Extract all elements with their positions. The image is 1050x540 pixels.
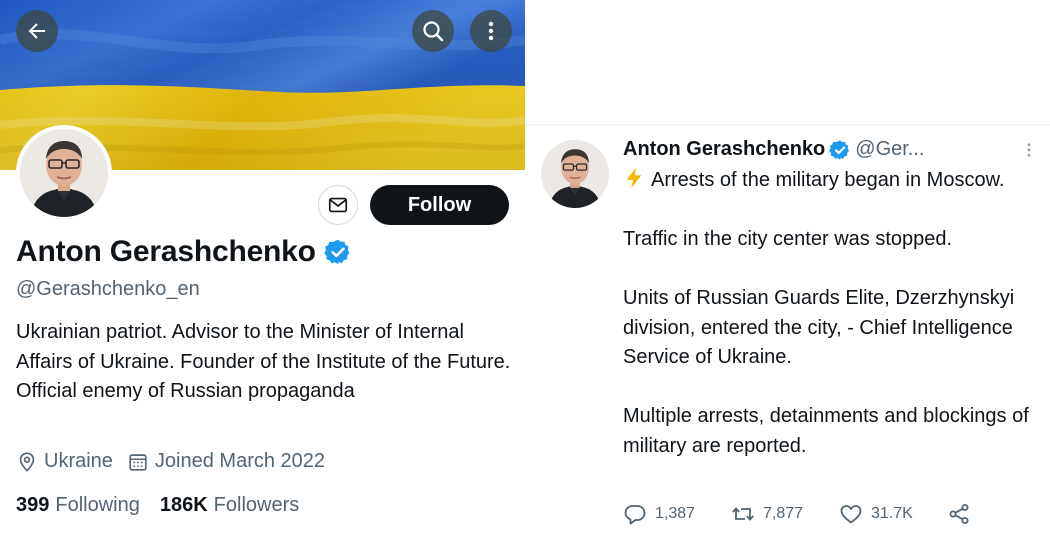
profile-bio: Ukrainian patriot. Advisor to the Minist… xyxy=(16,321,511,402)
profile-location-text: Ukraine xyxy=(44,450,113,472)
heart-icon xyxy=(840,505,862,524)
profile-handle: @Gerashchenko_en xyxy=(16,278,200,300)
followers-link[interactable]: 186K Followers xyxy=(160,494,299,517)
reply-count: 1,387 xyxy=(655,505,696,522)
following-label: Following xyxy=(55,494,140,516)
tweet-author-avatar[interactable] xyxy=(541,140,609,208)
tweet-author-handle: @Ger... xyxy=(855,138,925,160)
lightning-icon xyxy=(626,167,642,189)
divider xyxy=(525,124,1050,125)
calendar-icon xyxy=(129,453,147,471)
retweet-icon xyxy=(732,507,754,521)
profile-counts: 399 Following 186K Followers xyxy=(16,494,319,517)
following-count: 399 xyxy=(16,494,50,516)
share-icon xyxy=(949,504,969,524)
avatar-portrait-image xyxy=(20,129,108,217)
profile-location: Ukraine xyxy=(16,450,113,473)
tweet-body: Arrests of the military began in Moscow.… xyxy=(623,166,1043,461)
like-button[interactable]: 31.7K xyxy=(839,502,947,526)
message-button[interactable] xyxy=(318,185,358,225)
verified-badge-icon[interactable] xyxy=(829,139,851,161)
retweet-count: 7,877 xyxy=(763,505,804,522)
follow-button[interactable]: Follow xyxy=(370,185,509,225)
search-icon xyxy=(423,21,444,42)
reply-icon xyxy=(624,505,646,525)
profile-panel: Follow Anton Gerashchenko @Gerashchenko_… xyxy=(0,0,525,540)
avatar-portrait-image xyxy=(541,140,609,208)
like-count: 31.7K xyxy=(871,505,913,522)
more-vertical-icon xyxy=(488,21,494,41)
followers-label: Followers xyxy=(213,494,300,516)
tweet-panel: Anton Gerashchenko @Ger... Arrests of th… xyxy=(525,0,1050,540)
tweet-text: Arrests of the military began in Moscow.… xyxy=(623,169,1029,457)
tweet-actions: 1,387 7,877 31.7K xyxy=(623,502,971,526)
profile-display-name-row: Anton Gerashchenko xyxy=(16,235,352,269)
following-link[interactable]: 399 Following xyxy=(16,494,140,517)
reply-button[interactable]: 1,387 xyxy=(623,502,731,526)
profile-joined-text: Joined March 2022 xyxy=(154,450,326,472)
verified-badge-icon[interactable] xyxy=(324,238,352,266)
more-options-button[interactable] xyxy=(470,10,512,52)
retweet-button[interactable]: 7,877 xyxy=(731,502,839,526)
followers-count: 186K xyxy=(159,494,208,516)
tweet-author-name[interactable]: Anton Gerashchenko xyxy=(623,138,825,161)
more-vertical-icon xyxy=(1027,143,1031,157)
location-pin-icon xyxy=(19,451,35,472)
tweet-header: Anton Gerashchenko @Ger... xyxy=(623,138,924,161)
envelope-icon xyxy=(328,197,348,213)
profile-meta: Ukraine Joined March 2022 xyxy=(16,450,339,473)
profile-avatar[interactable] xyxy=(16,125,112,221)
share-button[interactable] xyxy=(947,502,971,526)
profile-display-name: Anton Gerashchenko xyxy=(16,235,316,268)
tweet-more-button[interactable] xyxy=(1017,138,1041,162)
arrow-left-icon xyxy=(28,23,45,39)
search-button[interactable] xyxy=(412,10,454,52)
back-button[interactable] xyxy=(16,10,58,52)
profile-joined: Joined March 2022 xyxy=(127,450,325,473)
